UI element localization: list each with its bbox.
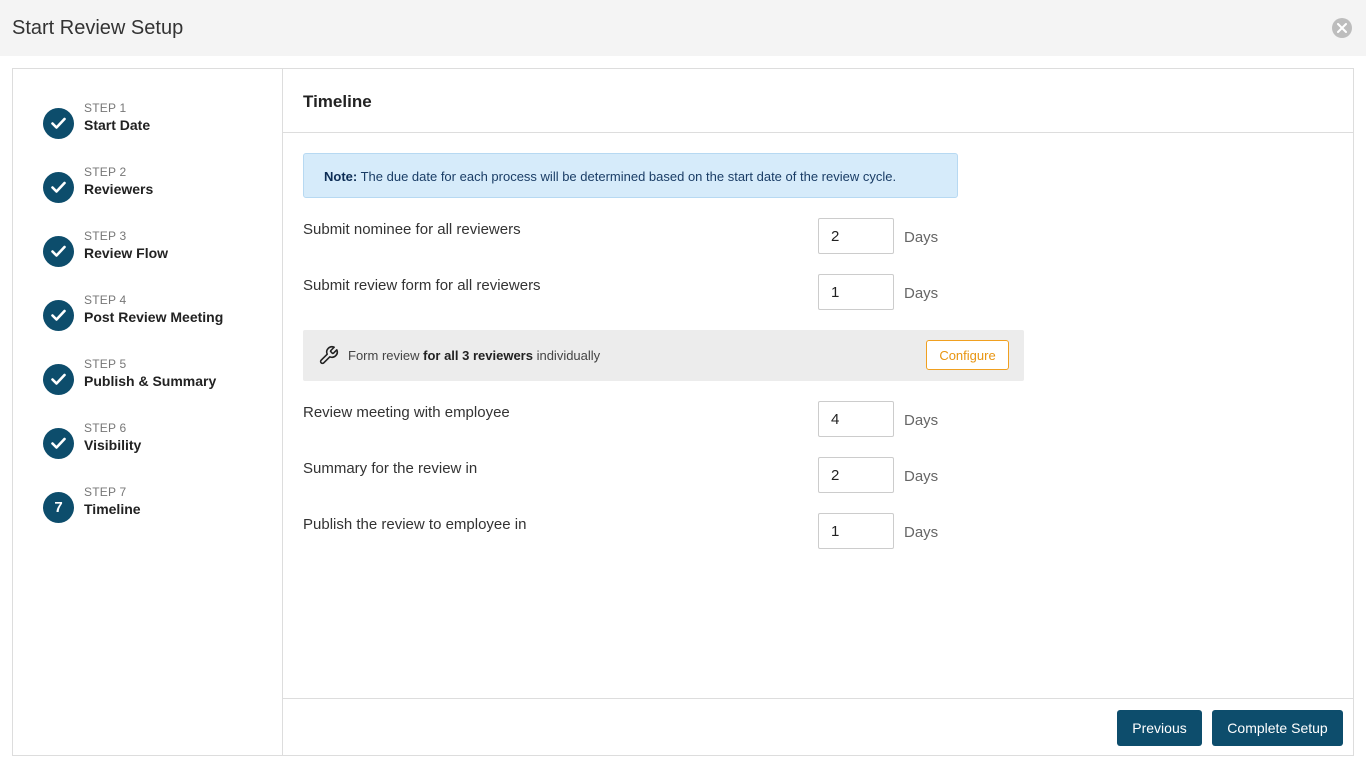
checkmark-icon	[43, 108, 74, 139]
unit-label: Days	[904, 524, 939, 541]
checkmark-icon	[43, 428, 74, 459]
checkmark-icon	[43, 300, 74, 331]
days-input-review-form[interactable]	[818, 274, 894, 310]
timeline-row-nominee: Submit nominee for all reviewers Days	[303, 218, 963, 254]
dialog-header: Start Review Setup	[0, 0, 1366, 56]
sidebar-step-post-review-meeting[interactable]: STEP 4 Post Review Meeting	[43, 293, 273, 340]
checkmark-icon	[43, 172, 74, 203]
wrench-icon	[319, 345, 339, 365]
step-label: STEP 2	[84, 165, 127, 179]
step-name: Review Flow	[84, 245, 169, 261]
step-name: Reviewers	[84, 181, 154, 197]
step-label: STEP 6	[84, 421, 127, 435]
form-review-panel: Form review for all 3 reviewers individu…	[303, 330, 1024, 381]
close-icon[interactable]	[1332, 18, 1352, 38]
form-review-bold: for all 3 reviewers	[423, 348, 533, 363]
section-header: Timeline	[283, 69, 1353, 133]
form-review-text: Form review for all 3 reviewers individu…	[348, 348, 600, 363]
row-label: Review meeting with employee	[303, 404, 510, 421]
step-number-badge: 7	[43, 492, 74, 523]
row-label: Submit nominee for all reviewers	[303, 221, 521, 238]
days-input-summary[interactable]	[818, 457, 894, 493]
step-sidebar: STEP 1 Start Date STEP 2 Reviewers STEP …	[13, 69, 283, 755]
configure-button[interactable]: Configure	[926, 340, 1009, 370]
sidebar-step-start-date[interactable]: STEP 1 Start Date	[43, 101, 273, 148]
wizard-frame: STEP 1 Start Date STEP 2 Reviewers STEP …	[12, 68, 1354, 756]
timeline-row-review-form: Submit review form for all reviewers Day…	[303, 274, 963, 310]
unit-label: Days	[904, 412, 939, 429]
timeline-row-review-meeting: Review meeting with employee Days	[303, 401, 963, 437]
main-panel: Timeline Note: The due date for each pro…	[283, 69, 1353, 755]
wizard-footer: Previous Complete Setup	[283, 698, 1353, 755]
row-label: Submit review form for all reviewers	[303, 277, 541, 294]
step-label: STEP 7	[84, 485, 127, 499]
row-label: Summary for the review in	[303, 460, 478, 477]
info-note: Note: The due date for each process will…	[303, 153, 958, 198]
note-prefix: Note:	[324, 169, 358, 184]
checkmark-icon	[43, 364, 74, 395]
step-name: Timeline	[84, 501, 141, 517]
step-label: STEP 5	[84, 357, 127, 371]
step-name: Start Date	[84, 117, 151, 133]
section-title: Timeline	[303, 92, 372, 111]
previous-button[interactable]: Previous	[1117, 710, 1202, 746]
days-input-review-meeting[interactable]	[818, 401, 894, 437]
complete-setup-button[interactable]: Complete Setup	[1212, 710, 1343, 746]
unit-label: Days	[904, 285, 939, 302]
dialog-title: Start Review Setup	[12, 17, 184, 39]
unit-label: Days	[904, 229, 939, 246]
checkmark-icon	[43, 236, 74, 267]
sidebar-step-reviewers[interactable]: STEP 2 Reviewers	[43, 165, 273, 212]
note-text: The due date for each process will be de…	[357, 169, 897, 184]
step-name: Publish & Summary	[84, 373, 217, 389]
form-review-prefix: Form review	[348, 348, 424, 363]
timeline-row-publish: Publish the review to employee in Days	[303, 513, 963, 549]
days-input-publish[interactable]	[818, 513, 894, 549]
step-label: STEP 1	[84, 101, 127, 115]
sidebar-step-publish-summary[interactable]: STEP 5 Publish & Summary	[43, 357, 273, 404]
form-review-suffix: individually	[532, 348, 601, 363]
step-name: Visibility	[84, 437, 142, 453]
row-label: Publish the review to employee in	[303, 516, 527, 533]
unit-label: Days	[904, 468, 939, 485]
sidebar-step-timeline[interactable]: 7 STEP 7 Timeline	[43, 485, 273, 532]
step-label: STEP 3	[84, 229, 127, 243]
sidebar-step-review-flow[interactable]: STEP 3 Review Flow	[43, 229, 273, 276]
step-name: Post Review Meeting	[84, 309, 224, 325]
days-input-nominee[interactable]	[818, 218, 894, 254]
timeline-row-summary: Summary for the review in Days	[303, 457, 963, 493]
sidebar-step-visibility[interactable]: STEP 6 Visibility	[43, 421, 273, 468]
step-label: STEP 4	[84, 293, 127, 307]
